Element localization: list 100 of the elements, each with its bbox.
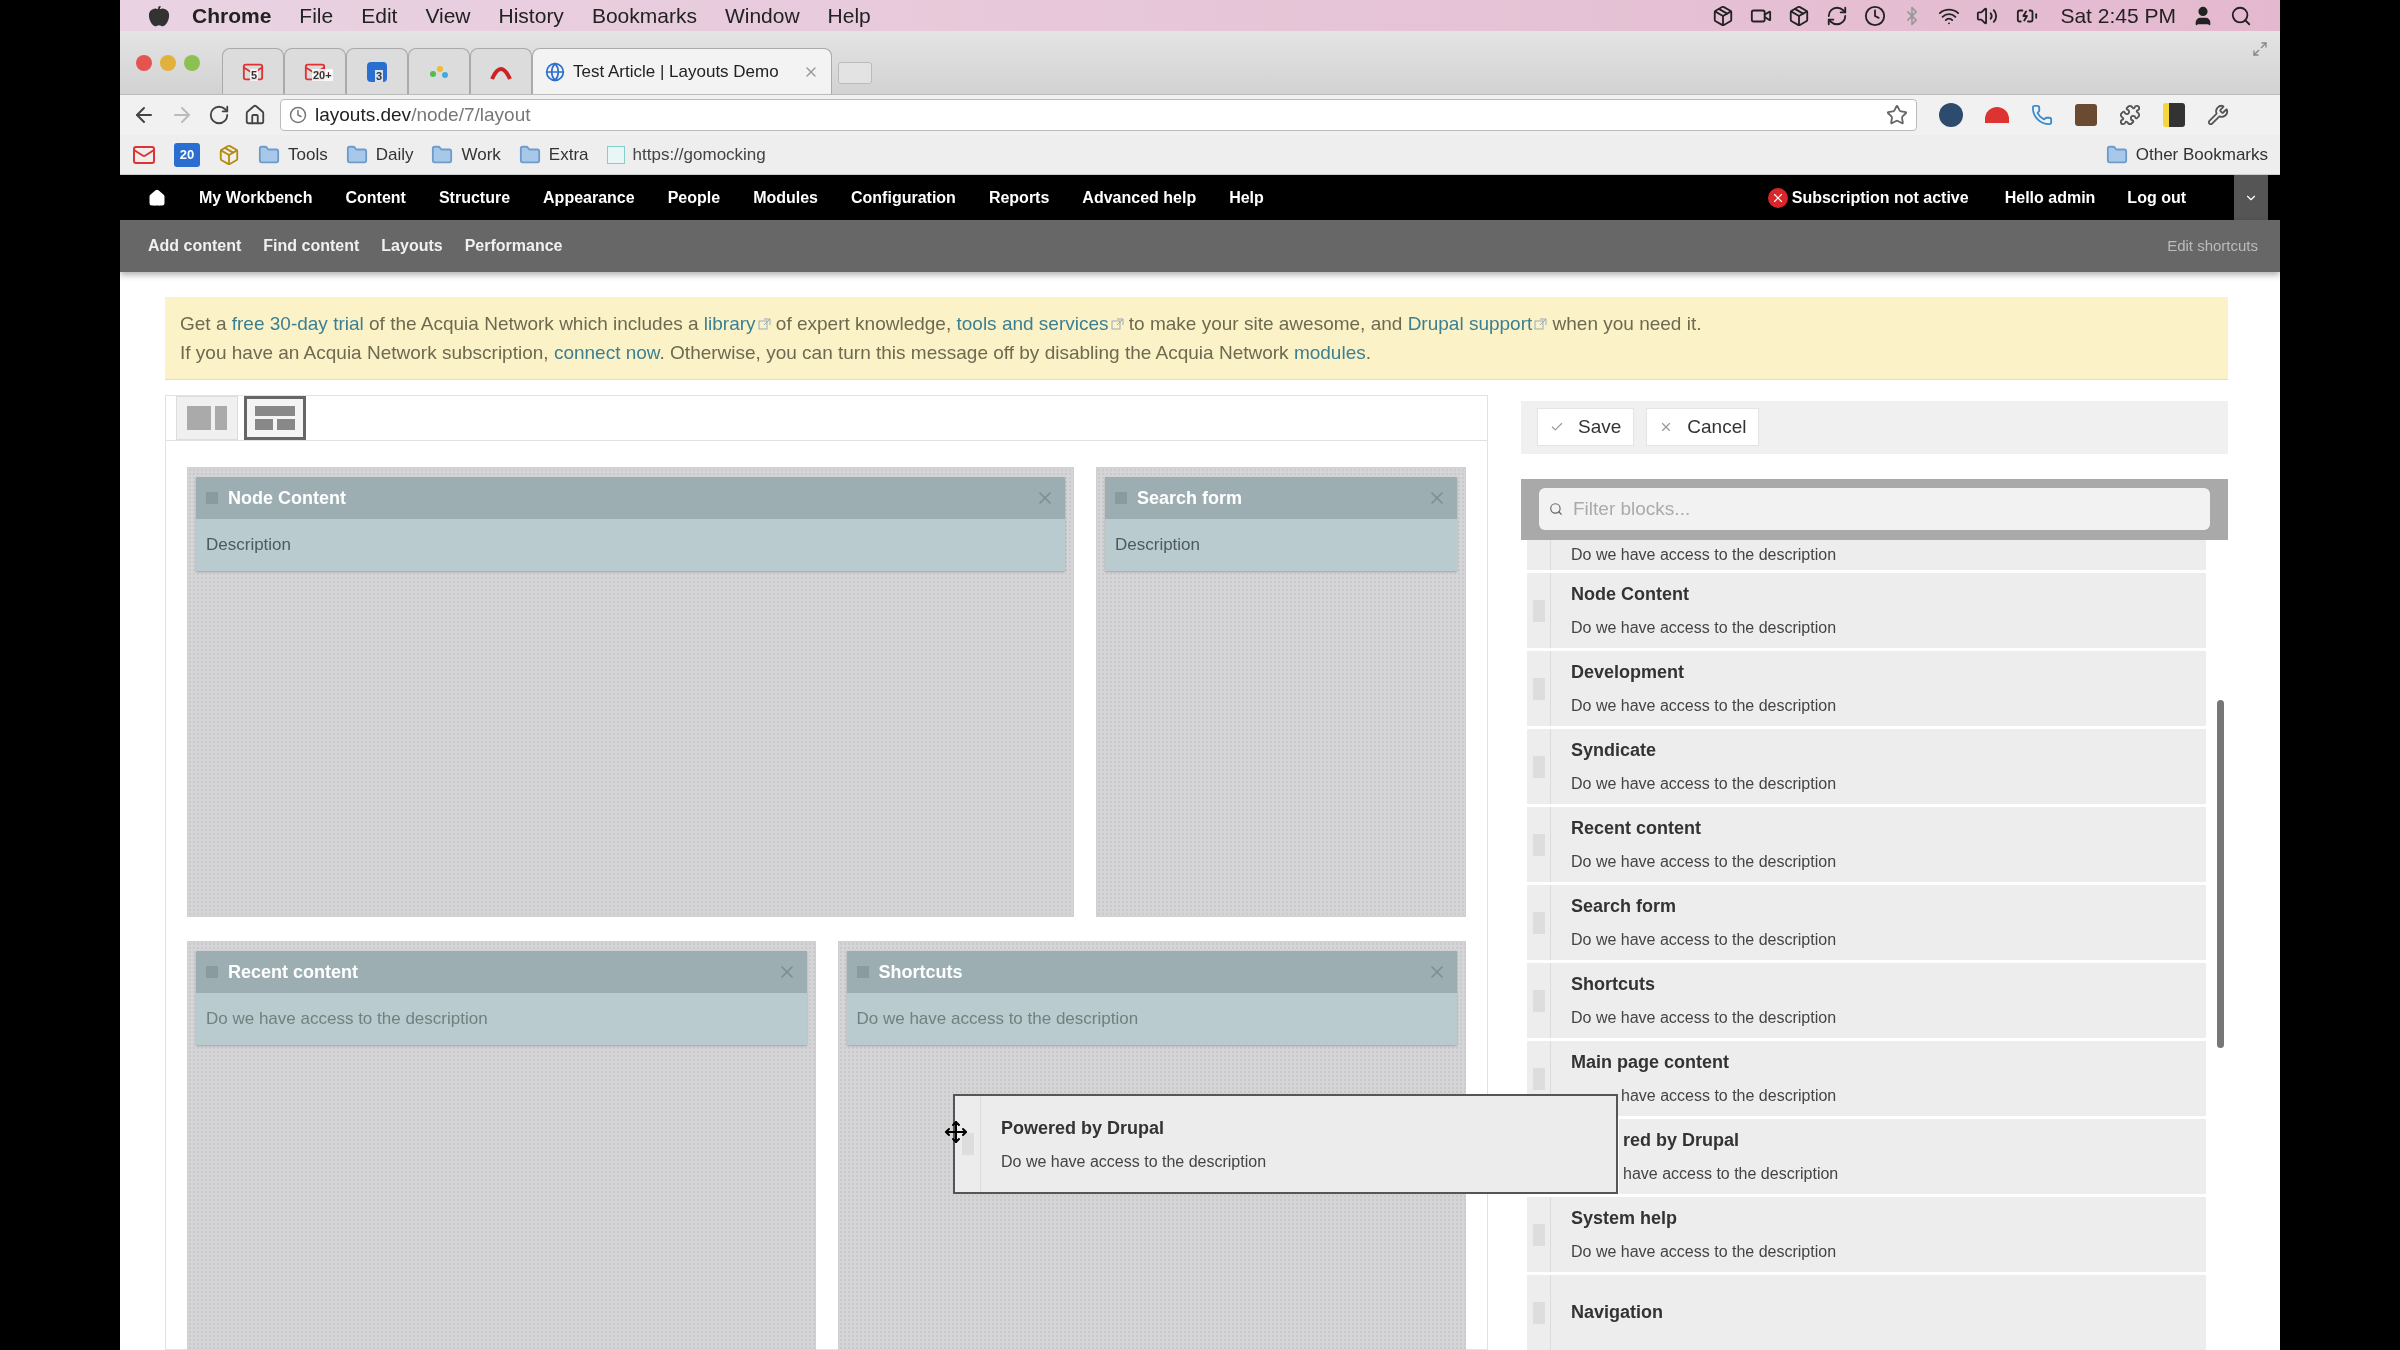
menu-app-name[interactable]: Chrome <box>192 0 272 32</box>
bookmark-item[interactable]: Work <box>431 141 501 168</box>
menu-item[interactable]: History <box>498 0 564 32</box>
calendar-bookmark[interactable]: 20 <box>174 142 200 167</box>
bookmark-item[interactable]: Tools <box>258 141 328 168</box>
menu-clock[interactable]: Sat 2:45 PM <box>2060 0 2176 32</box>
pinned-tab[interactable] <box>470 48 532 94</box>
shortcut-link[interactable]: Find content <box>263 234 360 258</box>
external-link-icon <box>757 318 771 332</box>
bookmark-item[interactable]: Daily <box>345 141 414 168</box>
clock-icon[interactable] <box>1864 4 1887 27</box>
block-list-item[interactable]: Recent content Do we have access to the description <box>1527 807 2206 882</box>
apple-icon[interactable] <box>148 4 170 27</box>
minimize-window-button[interactable] <box>160 54 176 71</box>
block-list-item[interactable]: Navigation <box>1527 1275 2206 1350</box>
layout-option[interactable] <box>244 396 306 440</box>
menu-item[interactable]: Help <box>827 0 871 32</box>
external-link[interactable]: Drupal support <box>1407 313 1548 334</box>
toolbar-link[interactable]: Log out <box>2127 185 2186 210</box>
pinned-tab[interactable]: 5 <box>222 48 284 94</box>
block-list-item[interactable]: Syndicate Do we have access to the description <box>1527 729 2206 804</box>
new-tab-button[interactable] <box>838 62 872 84</box>
toolbar-link[interactable]: My Workbench <box>199 185 313 210</box>
toolbar-link[interactable]: Hello admin <box>2004 185 2096 210</box>
address-field[interactable]: layouts.dev/node/7/layout <box>280 99 1917 131</box>
bookmark-star-icon[interactable] <box>1886 104 1908 126</box>
puzzle-icon[interactable] <box>2119 104 2141 126</box>
bookmark-item[interactable]: Other Bookmarks <box>2105 141 2268 168</box>
menu-item[interactable]: View <box>425 0 471 32</box>
status-icon[interactable] <box>1712 4 1735 27</box>
home-icon[interactable] <box>244 104 266 126</box>
toolbar-link[interactable]: Help <box>1229 185 1264 210</box>
settings-icon[interactable] <box>2207 104 2229 126</box>
pinned-tab[interactable] <box>408 48 470 94</box>
extension-icon[interactable] <box>1985 107 2009 123</box>
block-list-item[interactable]: Do we have access to the description <box>1527 540 2206 570</box>
toolbar-link[interactable]: Configuration <box>851 185 956 210</box>
close-window-button[interactable] <box>136 54 152 71</box>
block-list-item[interactable]: System help Do we have access to the description <box>1527 1197 2206 1272</box>
reload-icon[interactable] <box>208 104 230 126</box>
search-icon[interactable] <box>2230 4 2252 27</box>
toolbar-link[interactable]: Appearance <box>543 185 635 210</box>
block-list-item[interactable]: red by Drupal have access to the description <box>1619 1119 2206 1194</box>
toolbar-link[interactable]: Advanced help <box>1082 185 1197 210</box>
bookmark-item[interactable]: Extra <box>518 141 589 168</box>
bookmark-item[interactable]: https://gomocking <box>606 141 766 168</box>
toolbar-link[interactable]: Structure <box>438 185 511 210</box>
block-list-item[interactable]: Main page content have access to the description <box>1527 1041 2206 1116</box>
menu-item[interactable]: Window <box>724 0 800 32</box>
zoom-window-button[interactable] <box>184 54 200 71</box>
box-icon[interactable] <box>1788 4 1811 27</box>
block-list-item[interactable]: Search form Do we have access to the description <box>1527 885 2206 960</box>
folder-icon <box>431 143 454 166</box>
shortcut-link[interactable]: Layouts <box>381 234 443 258</box>
notice-link[interactable]: free 30-day trial <box>231 313 364 334</box>
toolbar-link[interactable]: People <box>667 185 721 210</box>
notice-text: If you have an Acquia Network subscription, connect now. Otherwise, you can turn this message off by disabling the Acquia Network modules. <box>180 341 1372 365</box>
extension-icon[interactable] <box>1939 103 1963 127</box>
block-description: Do we have access to the description <box>1571 774 1837 794</box>
block-list-item[interactable]: Shortcuts Do we have access to the description <box>1527 963 2206 1038</box>
dragged-block[interactable]: Powered by Drupal Do we have access to the description <box>953 1094 1618 1194</box>
extension-icon[interactable] <box>2163 103 2185 127</box>
toolbar-link[interactable]: Reports <box>988 185 1050 210</box>
shortcut-link[interactable]: Add content <box>148 234 242 258</box>
block-name: red by Drupal <box>1623 1129 1741 1152</box>
phone-icon[interactable] <box>2031 104 2053 126</box>
external-link[interactable]: tools and services <box>956 313 1124 334</box>
pinned-tab[interactable]: 20+ <box>284 48 346 94</box>
menu-item[interactable]: Edit <box>361 0 398 32</box>
sync-icon[interactable] <box>1826 4 1849 27</box>
menu-item[interactable]: Bookmarks <box>591 0 697 32</box>
dots-icon <box>428 63 450 80</box>
browser-tab[interactable]: Test Article | Layouts Demo <box>532 48 832 94</box>
block-description: Do we have access to the description <box>1571 1242 1837 1262</box>
cancel-button[interactable]: Cancel <box>1646 408 1760 447</box>
app-bookmark-icon[interactable] <box>218 143 240 166</box>
block-list-item[interactable]: Development Do we have access to the description <box>1527 651 2206 726</box>
notice-link[interactable]: modules <box>1293 342 1366 363</box>
columns-icon <box>185 403 229 433</box>
menu-item[interactable]: File <box>299 0 334 32</box>
drag-handle[interactable] <box>961 1133 974 1155</box>
pinned-tab[interactable]: 3 <box>346 48 408 94</box>
save-button[interactable]: Save <box>1537 408 1635 447</box>
notice-link[interactable]: connect now <box>553 342 660 363</box>
toolbar-link[interactable]: Content <box>345 185 406 210</box>
shortcuts-toggle[interactable] <box>2234 175 2268 220</box>
filter-field[interactable]: Filter blocks... <box>1539 488 2210 531</box>
block-description: Do we have access to the description <box>1571 930 1837 950</box>
tab-badge: 20+ <box>312 68 333 81</box>
scrollbar-thumb[interactable] <box>2217 700 2224 1048</box>
page-info-icon <box>289 106 307 124</box>
folder-icon <box>2105 143 2128 166</box>
external-link[interactable]: library <box>703 313 771 334</box>
block-name: Recent content <box>1571 817 1703 840</box>
home-icon[interactable] <box>148 188 166 207</box>
fullscreen-icon[interactable] <box>2252 41 2268 57</box>
shortcut-link[interactable]: Performance <box>464 234 563 258</box>
block-list-item[interactable]: Node Content Do we have access to the description <box>1527 573 2206 648</box>
subscription-status[interactable]: Subscription not active <box>1767 185 1969 210</box>
toolbar-link[interactable]: Modules <box>753 185 818 210</box>
